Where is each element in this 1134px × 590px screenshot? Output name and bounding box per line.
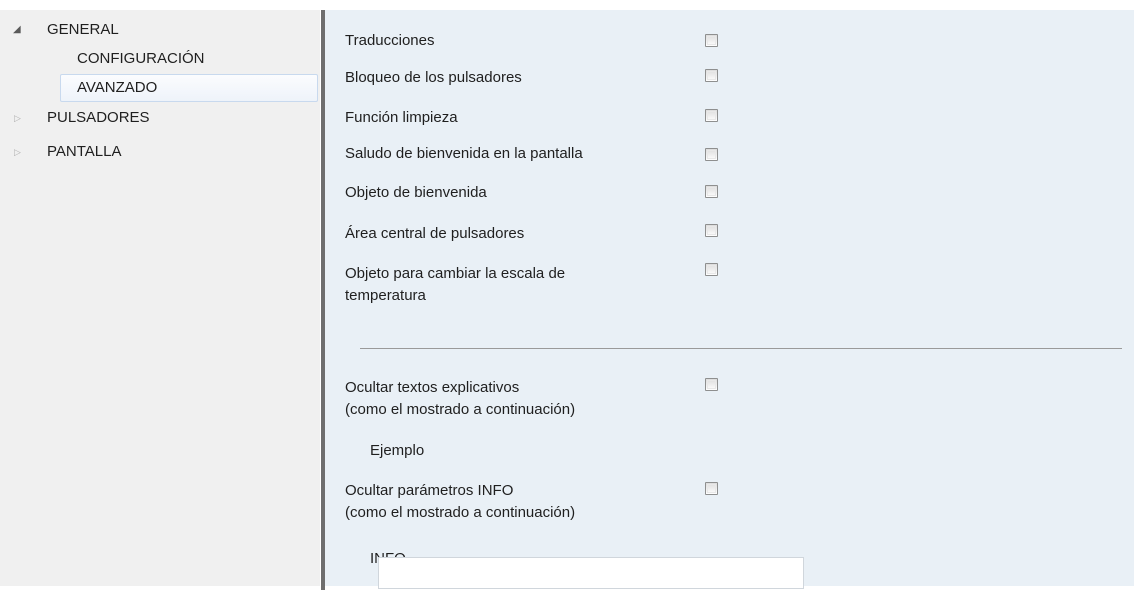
tree-item-pulsadores[interactable]: ▷ PULSADORES — [0, 106, 320, 130]
collapsed-triangle-icon[interactable]: ▷ — [14, 140, 21, 164]
tree-item-label: CONFIGURACIÓN — [77, 50, 205, 67]
param-label-ocultar-info-line1: Ocultar parámetros INFO — [345, 482, 514, 499]
checkbox-bloqueo-pulsadores[interactable] — [705, 69, 718, 82]
section-divider — [360, 348, 1122, 349]
checkbox-traducciones[interactable] — [705, 34, 718, 47]
param-label-escala-temperatura-line2: temperatura — [345, 287, 426, 304]
tree-item-label: GENERAL — [47, 21, 119, 38]
checkbox-ocultar-textos[interactable] — [705, 378, 718, 391]
param-label-objeto-bienvenida: Objeto de bienvenida — [345, 184, 487, 201]
tree-item-label: PULSADORES — [47, 109, 150, 126]
checkbox-area-central[interactable] — [705, 224, 718, 237]
parameter-tree: ◢ GENERAL CONFIGURACIÓN AVANZADO ▷ PULSA… — [0, 10, 320, 586]
param-label-funcion-limpieza: Función limpieza — [345, 109, 458, 126]
param-label-bloqueo-pulsadores: Bloqueo de los pulsadores — [345, 69, 522, 86]
checkbox-ocultar-info[interactable] — [705, 482, 718, 495]
checkbox-escala-temperatura[interactable] — [705, 263, 718, 276]
param-label-ocultar-info-line2: (como el mostrado a continuación) — [345, 504, 576, 521]
info-field[interactable] — [378, 557, 804, 589]
param-label-escala-temperatura-line1: Objeto para cambiar la escala de — [345, 265, 566, 282]
tree-item-label: PANTALLA — [47, 143, 122, 160]
tree-item-configuracion[interactable]: CONFIGURACIÓN — [0, 47, 320, 71]
tree-item-avanzado[interactable]: AVANZADO — [0, 76, 320, 100]
param-label-saludo-bienvenida: Saludo de bienvenida en la pantalla — [345, 145, 583, 162]
parameters-panel: Traducciones Bloqueo de los pulsadores F… — [325, 10, 1134, 586]
checkbox-saludo-bienvenida[interactable] — [705, 148, 718, 161]
checkbox-objeto-bienvenida[interactable] — [705, 185, 718, 198]
tree-item-pantalla[interactable]: ▷ PANTALLA — [0, 140, 320, 164]
expanded-triangle-icon[interactable]: ◢ — [13, 18, 21, 42]
tree-item-general[interactable]: ◢ GENERAL — [0, 18, 320, 42]
param-label-ocultar-textos-line1: Ocultar textos explicativos — [345, 379, 520, 396]
param-label-ocultar-textos-line2: (como el mostrado a continuación) — [345, 401, 576, 418]
tree-item-label: AVANZADO — [77, 79, 158, 96]
example-text: Ejemplo — [370, 442, 425, 459]
param-label-area-central: Área central de pulsadores — [345, 225, 525, 242]
param-label-traducciones: Traducciones — [345, 32, 435, 49]
checkbox-funcion-limpieza[interactable] — [705, 109, 718, 122]
collapsed-triangle-icon[interactable]: ▷ — [14, 106, 21, 130]
